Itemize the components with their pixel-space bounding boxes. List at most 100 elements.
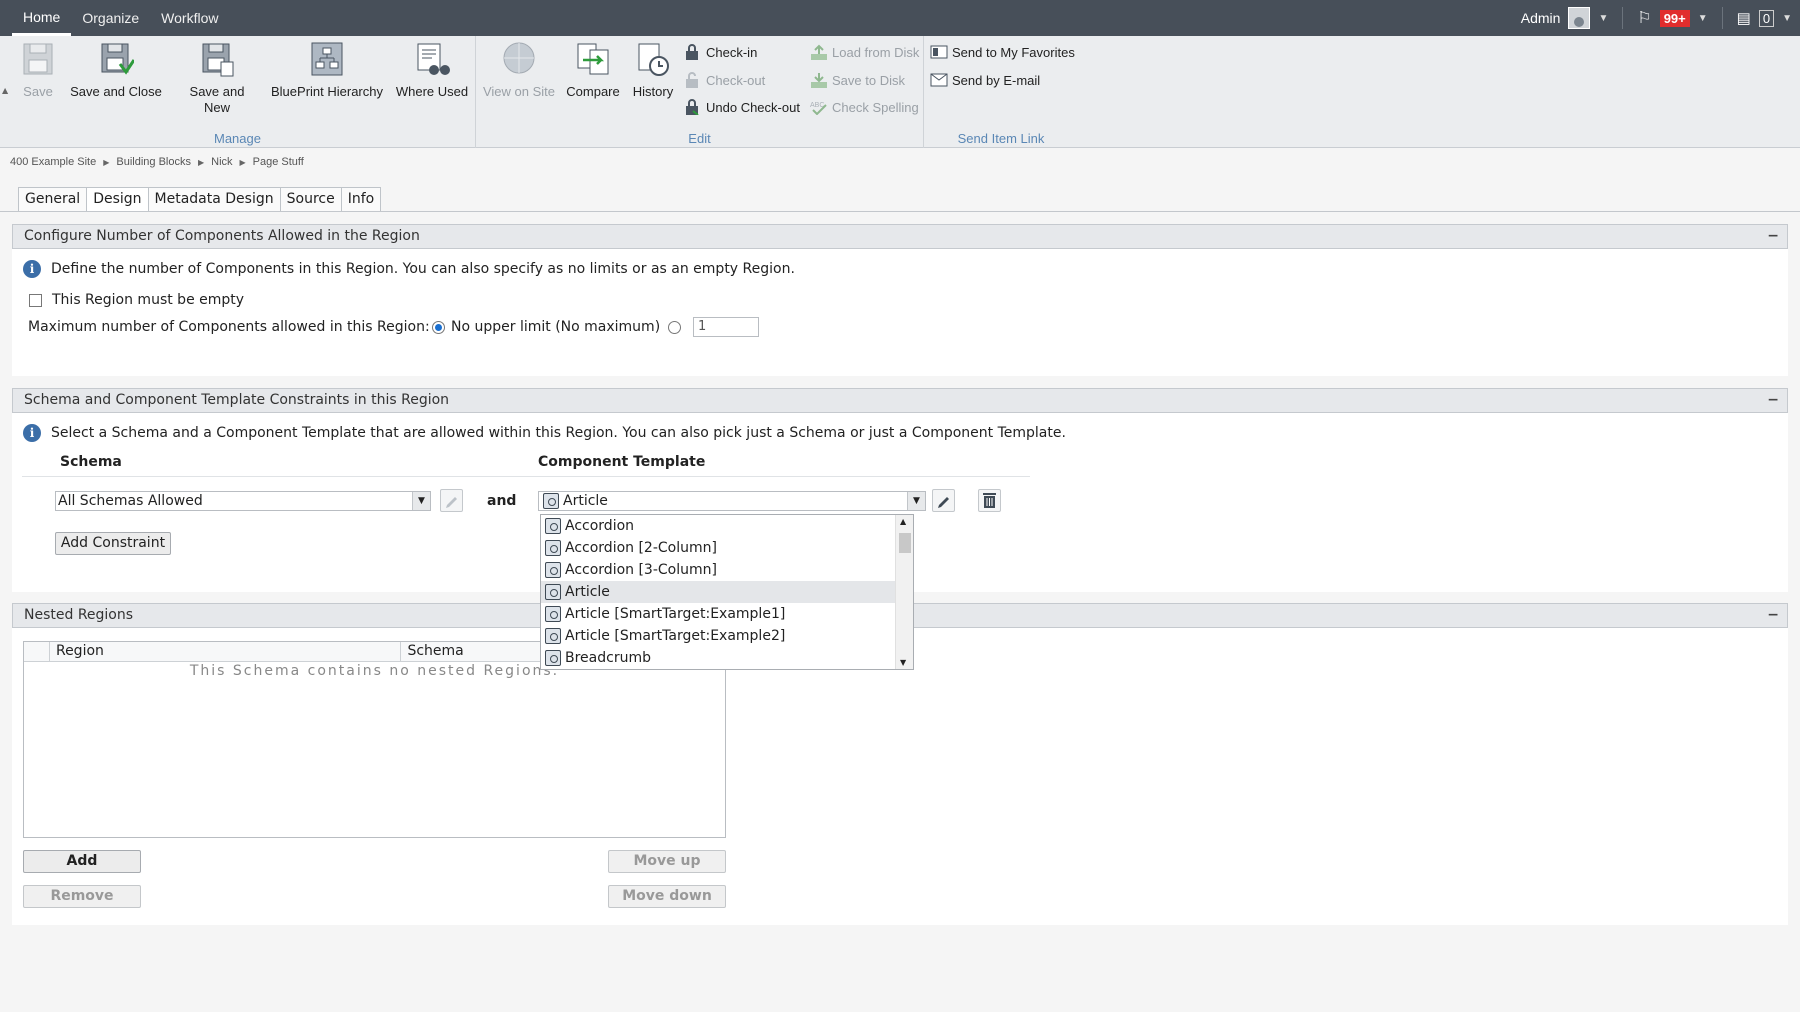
tab-info[interactable]: Info: [340, 187, 382, 211]
breadcrumb-item[interactable]: Nick: [211, 156, 232, 168]
clipboard-count[interactable]: 0: [1758, 9, 1775, 27]
max-components-input[interactable]: 1: [693, 317, 759, 337]
breadcrumb-item[interactable]: Page Stuff: [253, 156, 304, 168]
empty-region-row: This Region must be empty: [29, 292, 244, 308]
empty-region-label: This Region must be empty: [52, 292, 245, 308]
send-by-email-button[interactable]: Send by E-mail: [930, 72, 1040, 88]
empty-region-checkbox[interactable]: [29, 293, 42, 307]
component-template-icon: [543, 493, 559, 509]
blueprint-label: BluePrint Hierarchy: [271, 84, 383, 99]
nav-organize[interactable]: Organize: [71, 0, 150, 36]
chevron-right-icon: ▶: [197, 157, 205, 167]
tab-metadata-design[interactable]: Metadata Design: [147, 187, 281, 211]
dropdown-option[interactable]: Article [SmartTarget:Example2]: [541, 625, 913, 647]
group-label-manage: Manage: [214, 131, 261, 146]
collapse-icon[interactable]: −: [1767, 389, 1779, 412]
tab-design[interactable]: Design: [86, 187, 149, 211]
breadcrumb-item[interactable]: 400 Example Site: [10, 156, 96, 168]
chevron-down-icon[interactable]: ▼: [1698, 13, 1708, 24]
scrollbar[interactable]: ▲ ▼: [895, 515, 913, 669]
user-name[interactable]: Admin: [1521, 10, 1561, 26]
compare-button[interactable]: Compare: [564, 40, 622, 100]
check-in-button[interactable]: Check-in: [684, 44, 757, 60]
check-spelling-button[interactable]: ABC Check Spelling: [810, 99, 919, 116]
move-down-button[interactable]: Move down: [608, 885, 726, 908]
add-constraint-button[interactable]: Add Constraint: [55, 532, 171, 555]
undo-check-out-button[interactable]: Undo Check-out: [684, 99, 800, 116]
nav-workflow[interactable]: Workflow: [150, 0, 229, 36]
dropdown-option[interactable]: Accordion [3-Column]: [541, 559, 913, 581]
view-on-site-button[interactable]: View on Site: [482, 40, 556, 100]
check-out-button[interactable]: Check-out: [684, 72, 765, 88]
panel-title: Configure Number of Components Allowed i…: [24, 228, 420, 244]
notification-badge[interactable]: 99+: [1659, 9, 1690, 27]
pencil-icon: [446, 497, 457, 508]
where-used-button[interactable]: Where Used: [394, 40, 470, 100]
chevron-down-icon[interactable]: ▼: [412, 492, 430, 510]
dropdown-option[interactable]: Article [SmartTarget:Example1]: [541, 603, 913, 625]
nav-home[interactable]: Home: [12, 0, 72, 36]
no-limit-label: No upper limit (No maximum): [451, 319, 661, 335]
clipboard-icon[interactable]: ▤: [1737, 9, 1751, 27]
save-button[interactable]: Save: [18, 40, 58, 100]
chevron-down-icon[interactable]: ▼: [900, 658, 906, 667]
no-limit-radio[interactable]: [432, 320, 445, 334]
remove-region-button[interactable]: Remove: [23, 885, 141, 908]
component-template-icon: [545, 540, 561, 556]
compare-icon: [575, 40, 611, 78]
move-up-button[interactable]: Move up: [608, 850, 726, 873]
schema-select[interactable]: All Schemas Allowed ▼: [55, 491, 431, 511]
edit-ct-button[interactable]: [932, 489, 955, 512]
tab-general[interactable]: General: [18, 187, 88, 211]
collapse-icon[interactable]: −: [1767, 604, 1779, 627]
flag-icon[interactable]: ⚐: [1637, 8, 1651, 28]
history-button[interactable]: History: [628, 40, 678, 100]
send-to-favorites-button[interactable]: Send to My Favorites: [930, 44, 1075, 60]
add-region-button[interactable]: Add: [23, 850, 141, 873]
nested-regions-grid[interactable]: Region Schema This Schema contains no ne…: [23, 641, 726, 838]
dropdown-option[interactable]: Accordion [2-Column]: [541, 537, 913, 559]
ct-dropdown-list[interactable]: Accordion Accordion [2-Column] Accordion…: [540, 514, 914, 670]
info-text: Select a Schema and a Component Template…: [51, 425, 1066, 441]
component-template-icon: [545, 628, 561, 644]
dropdown-option-selected[interactable]: Article: [541, 581, 895, 603]
dropdown-option[interactable]: Accordion: [541, 515, 913, 537]
ct-select[interactable]: Article ▼: [538, 491, 926, 511]
ribbon-group-edit: View on Site Compare History Check-in Ch…: [476, 36, 924, 148]
chevron-down-icon[interactable]: ▼: [907, 492, 925, 510]
delete-constraint-button[interactable]: [978, 489, 1001, 512]
breadcrumb-item[interactable]: Building Blocks: [116, 156, 191, 168]
download-icon: [810, 72, 827, 88]
component-template-icon: [545, 650, 561, 666]
hierarchy-icon: [309, 40, 345, 78]
tab-source[interactable]: Source: [279, 187, 342, 211]
avatar[interactable]: [1568, 7, 1591, 29]
divider: [1721, 7, 1723, 29]
chevron-right-icon: ▶: [103, 157, 110, 167]
send-by-email-label: Send by E-mail: [952, 72, 1041, 88]
edit-schema-button[interactable]: [440, 489, 463, 512]
and-label: and: [487, 493, 517, 509]
panel-header[interactable]: Schema and Component Template Constraint…: [12, 388, 1788, 413]
collapse-icon[interactable]: −: [1767, 225, 1779, 248]
save-new-label-1: Save and: [189, 84, 245, 99]
column-header-region[interactable]: Region: [50, 642, 402, 661]
chevron-down-icon[interactable]: ▼: [1598, 13, 1608, 24]
load-from-disk-button[interactable]: Load from Disk: [810, 44, 919, 60]
save-close-button[interactable]: Save and Close: [68, 40, 164, 100]
save-to-disk-button[interactable]: Save to Disk: [810, 72, 905, 88]
check-in-label: Check-in: [706, 44, 758, 60]
top-right-tools: Admin ▼ ⚐ 99+ ▼ ▤ 0 ▼: [1521, 0, 1792, 36]
chevron-up-icon[interactable]: ▲: [900, 517, 906, 526]
save-new-button[interactable]: Save and New: [180, 40, 254, 116]
scrollbar-thumb[interactable]: [899, 533, 911, 553]
max-value-row: 1: [668, 317, 759, 337]
component-template-icon: [545, 606, 561, 622]
blueprint-hierarchy-button[interactable]: BluePrint Hierarchy: [268, 40, 386, 100]
email-icon: [930, 72, 948, 88]
max-value-radio[interactable]: [668, 320, 681, 334]
dropdown-option[interactable]: Breadcrumb: [541, 647, 913, 669]
panel-header[interactable]: Configure Number of Components Allowed i…: [12, 224, 1788, 249]
save-close-label: Save and Close: [70, 84, 162, 99]
chevron-down-icon[interactable]: ▼: [1782, 13, 1792, 24]
